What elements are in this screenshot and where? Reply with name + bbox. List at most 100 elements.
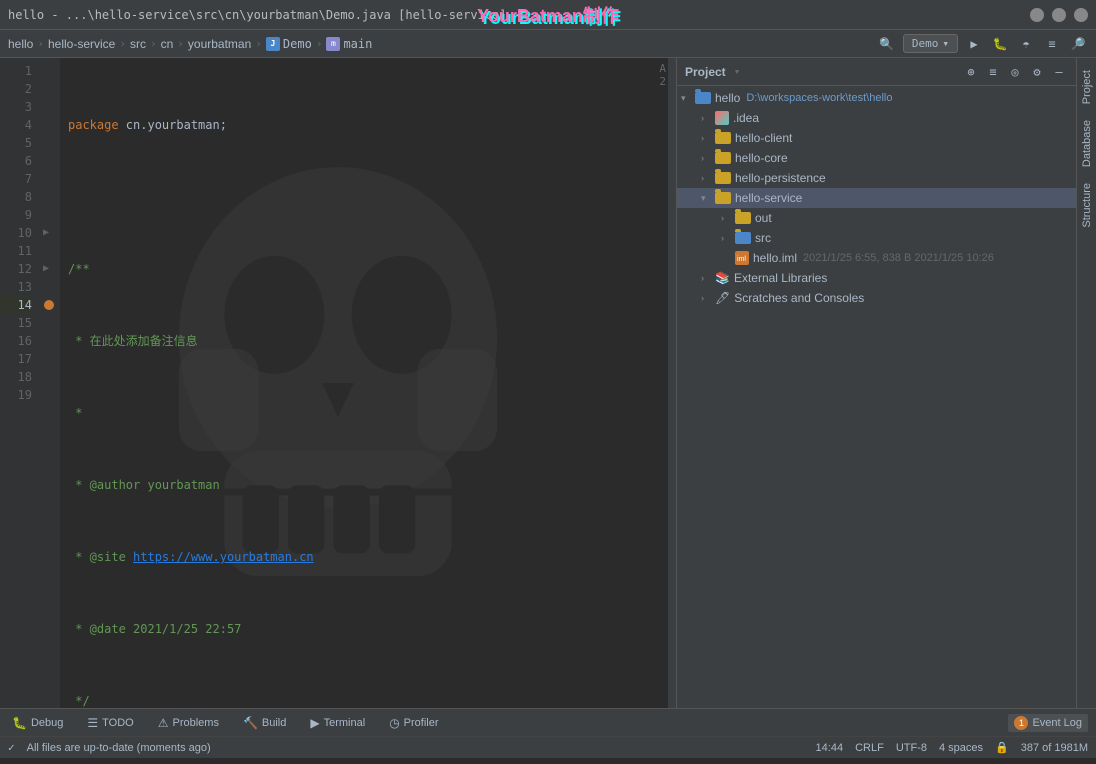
breadcrumb-file[interactable]: J Demo <box>266 37 312 51</box>
fold-arrow-10[interactable]: ▶ <box>43 224 49 242</box>
editor-area[interactable]: 1 2 3 4 5 6 7 8 9 10 11 12 13 14 15 16 1… <box>0 58 676 708</box>
chevron-hello: ▾ <box>681 93 695 104</box>
breadcrumb-sep-1: › <box>37 37 44 50</box>
collapse-all-icon[interactable]: ≡ <box>984 63 1002 81</box>
chevron-service: ▾ <box>701 193 715 204</box>
tab-database[interactable]: Database <box>1079 112 1095 175</box>
code-line-6: * @author yourbatman <box>68 476 668 494</box>
breadcrumb-cn[interactable]: cn <box>161 37 174 51</box>
breadcrumb-sep-5: › <box>255 37 262 50</box>
panel-dropdown-arrow[interactable]: ▾ <box>734 65 741 78</box>
code-line-4: * 在此处添加备注信息 <box>68 332 668 350</box>
code-line-5: * <box>68 404 668 422</box>
profiler-tool-button[interactable]: ◷ Profiler <box>385 714 442 732</box>
project-tree[interactable]: ▾ hello D:\workspaces-work\test\hello › … <box>677 86 1076 708</box>
debug-label: Debug <box>31 717 63 729</box>
editor-scrollbar[interactable]: A 2 <box>668 58 676 708</box>
panel-icon-buttons: ⊕ ≡ ◎ ⚙ — <box>962 63 1068 81</box>
breadcrumb-service[interactable]: hello-service <box>48 37 115 51</box>
watermark: YourBatman制作 <box>477 2 619 28</box>
maximize-button[interactable]: □ <box>1052 8 1066 22</box>
tree-label-iml: hello.iml <box>753 251 797 265</box>
more-run-button[interactable]: ≡ <box>1042 34 1062 54</box>
status-encoding[interactable]: UTF-8 <box>896 742 927 754</box>
method-icon: m <box>326 37 340 51</box>
coverage-button[interactable]: ☂ <box>1016 34 1036 54</box>
code-line-7: * @site https://www.yourbatman.cn <box>68 548 668 566</box>
profiler-label: Profiler <box>404 717 439 729</box>
iml-file-icon: iml <box>735 251 749 265</box>
window-controls: — □ ✕ <box>1030 8 1088 22</box>
locate-icon[interactable]: ◎ <box>1006 63 1024 81</box>
tree-label-external: External Libraries <box>734 271 827 285</box>
minimize-button[interactable]: — <box>1030 8 1044 22</box>
tree-item-hello-service[interactable]: ▾ hello-service <box>677 188 1076 208</box>
status-line-ending[interactable]: CRLF <box>855 742 884 754</box>
tree-item-hello-iml[interactable]: › iml hello.iml 2021/1/25 6:55, 838 B 20… <box>677 248 1076 268</box>
tree-item-hello-client[interactable]: › hello-client <box>677 128 1076 148</box>
code-line-3: /** <box>68 260 668 278</box>
build-label: Build <box>262 717 286 729</box>
sync-icon[interactable]: ⊕ <box>962 63 980 81</box>
run-config-label: Demo <box>912 37 939 50</box>
breadcrumb-method-name: main <box>343 37 372 51</box>
breadcrumb-method[interactable]: m main <box>326 37 372 51</box>
code-line-8: * @date 2021/1/25 22:57 <box>68 620 668 638</box>
breakpoint-14[interactable] <box>44 300 54 310</box>
event-log-button[interactable]: 1 Event Log <box>1008 714 1088 732</box>
project-panel-header: Project ▾ ⊕ ≡ ◎ ⚙ — <box>677 58 1076 86</box>
svg-text:iml: iml <box>737 256 746 263</box>
minimize-panel-icon[interactable]: — <box>1050 63 1068 81</box>
settings-icon[interactable]: ⚙ <box>1028 63 1046 81</box>
tree-label-persistence: hello-persistence <box>735 171 826 185</box>
breadcrumb-src[interactable]: src <box>130 37 146 51</box>
debug-tool-button[interactable]: 🐛 Debug <box>8 714 67 732</box>
run-button[interactable]: ▶ <box>964 34 984 54</box>
fold-arrow-12[interactable]: ▶ <box>43 260 49 278</box>
search-everywhere-button[interactable]: 🔎 <box>1068 34 1088 54</box>
debug-run-button[interactable]: 🐛 <box>990 34 1010 54</box>
problems-label: Problems <box>172 717 218 729</box>
folder-icon-hello <box>695 92 711 104</box>
tree-item-idea[interactable]: › .idea <box>677 108 1076 128</box>
code-line-9: */ <box>68 692 668 708</box>
tree-item-out[interactable]: › out <box>677 208 1076 228</box>
right-sidebar: Project Database Structure <box>1076 58 1096 708</box>
project-panel: Project ▾ ⊕ ≡ ◎ ⚙ — ▾ hello D:\workspace… <box>676 58 1076 708</box>
terminal-tool-button[interactable]: ▶ Terminal <box>306 714 369 732</box>
status-indent[interactable]: 4 spaces <box>939 742 983 754</box>
close-button[interactable]: ✕ <box>1074 8 1088 22</box>
chevron-scratches: › <box>701 293 715 303</box>
status-position[interactable]: 387 of 1981M <box>1021 742 1088 754</box>
tree-item-scratches[interactable]: › 🖊 Scratches and Consoles <box>677 288 1076 308</box>
code-editor[interactable]: 1 2 3 4 5 6 7 8 9 10 11 12 13 14 15 16 1… <box>0 58 676 708</box>
code-content[interactable]: package cn.yourbatman; /** * 在此处添加备注信息 *… <box>60 58 668 708</box>
breadcrumb-bar: hello › hello-service › src › cn › yourb… <box>0 30 1096 58</box>
event-log-container: 1 Event Log <box>1008 714 1088 732</box>
folder-icon-out <box>735 212 751 224</box>
debug-icon: 🐛 <box>12 716 27 730</box>
todo-tool-button[interactable]: ☰ TODO <box>83 714 137 732</box>
tree-item-hello[interactable]: ▾ hello D:\workspaces-work\test\hello <box>677 88 1076 108</box>
tab-structure[interactable]: Structure <box>1079 175 1095 236</box>
tree-item-src[interactable]: › src <box>677 228 1076 248</box>
run-config-button[interactable]: Demo ▾ <box>903 34 958 53</box>
search-icon[interactable]: 🔍 <box>877 34 897 54</box>
problems-tool-button[interactable]: ⚠ Problems <box>154 714 223 732</box>
a2-indicator: A 2 <box>659 62 666 88</box>
event-badge: 1 <box>1014 716 1028 730</box>
status-time[interactable]: 14:44 <box>816 742 844 754</box>
tree-item-hello-core[interactable]: › hello-core <box>677 148 1076 168</box>
build-tool-button[interactable]: 🔨 Build <box>239 714 290 732</box>
tree-item-external[interactable]: › 📚 External Libraries <box>677 268 1076 288</box>
java-file-icon: J <box>266 37 280 51</box>
tree-item-hello-persistence[interactable]: › hello-persistence <box>677 168 1076 188</box>
breadcrumb-hello[interactable]: hello <box>8 37 33 51</box>
folder-icon-src <box>735 232 751 244</box>
breadcrumb-yourbatman[interactable]: yourbatman <box>188 37 251 51</box>
todo-icon: ☰ <box>87 716 98 730</box>
tab-project[interactable]: Project <box>1079 62 1095 112</box>
tree-label-out: out <box>755 211 772 225</box>
tree-label-service: hello-service <box>735 191 802 205</box>
editor-gutter: ▶ ▶ <box>40 58 60 708</box>
